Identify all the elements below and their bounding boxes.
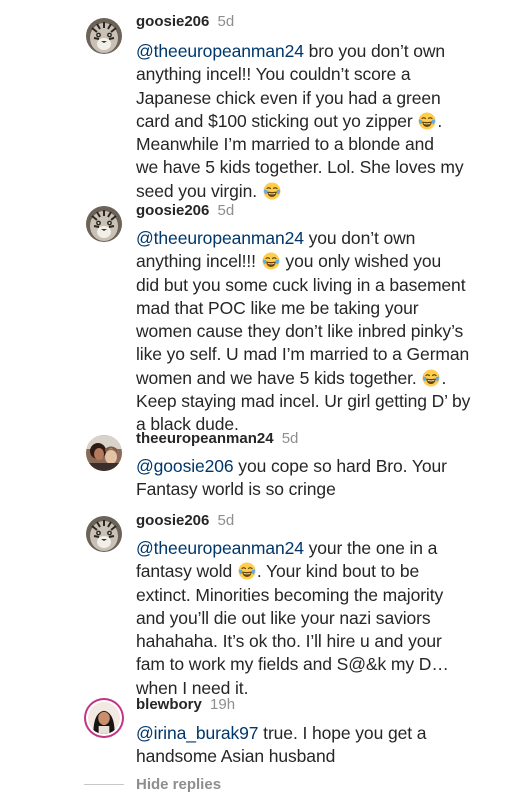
comment-line: handsome Asian husband <box>136 746 336 767</box>
comment-text: @theeuropeanman24 your the one in a fant… <box>136 537 516 700</box>
username-link[interactable]: goosie206 <box>136 13 209 30</box>
comment-line: you cope so hard Bro. Your <box>233 456 447 476</box>
username-link[interactable]: theeuropeanman24 <box>136 430 274 447</box>
comment-line: mad that POC like me be taking your <box>136 297 419 318</box>
comment-line: fam to work my fields and S@&k my D… <box>136 654 449 675</box>
comment-line: seed you virgin. <box>136 180 262 201</box>
username-link[interactable]: goosie206 <box>136 512 209 529</box>
timestamp: 5d <box>217 13 235 30</box>
tiger-avatar-image <box>86 516 122 552</box>
comment-line: anything incel!!! <box>136 251 261 272</box>
tiger-avatar-image <box>86 18 122 54</box>
mention-link[interactable]: @irina_burak97 <box>136 723 259 743</box>
comment-text: @irina_burak97 true. I hope you get a ha… <box>136 722 516 769</box>
comment-line: card and $100 sticking out yo zipper <box>136 110 418 131</box>
comment-meta: goosie206 5d <box>136 202 234 220</box>
comment-line: Keep staying mad incel. Ur girl getting … <box>136 391 471 412</box>
username-link[interactable]: blewbory <box>136 696 202 713</box>
comment-meta: goosie206 5d <box>136 13 234 31</box>
timestamp: 19h <box>210 696 236 713</box>
comment-line: did but you some cuck living in a baseme… <box>136 274 466 295</box>
face-with-tears-of-joy-icon <box>422 369 440 387</box>
comment-text: @goosie206 you cope so hard Bro. Your Fa… <box>136 455 516 502</box>
mention-link[interactable]: @goosie206 <box>136 456 234 476</box>
username-link[interactable]: goosie206 <box>136 202 209 219</box>
comment-line: women cause they don’t like inbred pinky… <box>136 321 464 342</box>
face-with-tears-of-joy-icon <box>263 182 281 200</box>
comment-line: . <box>441 367 447 388</box>
tiger-avatar-image <box>86 206 122 242</box>
comment-line: fantasy wold <box>136 561 237 582</box>
comment-line: and you’ll die out like your nazi savior… <box>136 607 431 628</box>
comment-line: Japanese chick even if you had a green <box>136 87 441 108</box>
mention-link[interactable]: @theeuropeanman24 <box>136 41 304 61</box>
comment-line: true. I hope you get a <box>258 723 427 743</box>
mention-link[interactable]: @theeuropeanman24 <box>136 538 304 558</box>
timestamp: 5d <box>217 512 235 529</box>
face-with-tears-of-joy-icon <box>418 112 436 130</box>
comment-meta: blewbory 19h <box>136 696 235 714</box>
couple-avatar-image <box>86 435 122 471</box>
comment-text: @theeuropeanman24 bro you don’t own anyt… <box>136 40 516 203</box>
comment-line: your the one in a <box>303 538 438 558</box>
comment-line: bro you don’t own <box>303 41 446 61</box>
avatar[interactable] <box>86 435 122 471</box>
comment-meta: goosie206 5d <box>136 512 234 530</box>
comment-line: extinct. Minorities becoming the majorit… <box>136 584 444 605</box>
avatar[interactable] <box>86 18 122 54</box>
comment-line: women and we have 5 kids together. <box>136 367 422 388</box>
hide-replies-button[interactable]: Hide replies <box>136 776 221 794</box>
comment-text: @theeuropeanman24 you don’t own anything… <box>136 227 516 437</box>
comment-line: Fantasy world is so cringe <box>136 479 336 500</box>
comment-line: we have 5 kids together. Lol. She loves … <box>136 157 464 178</box>
comment-line: anything incel!! You couldn’t score a <box>136 64 411 85</box>
mention-link[interactable]: @theeuropeanman24 <box>136 228 304 248</box>
woman-avatar-image <box>88 702 120 734</box>
face-with-tears-of-joy-icon <box>262 252 280 270</box>
face-with-tears-of-joy-icon <box>238 562 256 580</box>
avatar[interactable] <box>86 516 122 552</box>
comment-line: hahahaha. It’s ok tho. I’ll hire u and y… <box>136 631 442 652</box>
comment-line: . Your kind bout to be <box>256 561 420 582</box>
comment-line: like yo self. U mad I’m married to a Ger… <box>136 344 470 365</box>
comment-line: you don’t own <box>303 228 416 248</box>
comment-meta: theeuropeanman24 5d <box>136 430 298 448</box>
avatar[interactable] <box>86 206 122 242</box>
hide-replies-divider <box>84 784 124 785</box>
avatar-story-ring[interactable] <box>84 698 124 738</box>
comment-line: you only wished you <box>280 251 442 272</box>
timestamp: 5d <box>217 202 235 219</box>
comment-line: when I need it. <box>136 677 249 698</box>
timestamp: 5d <box>281 430 299 447</box>
